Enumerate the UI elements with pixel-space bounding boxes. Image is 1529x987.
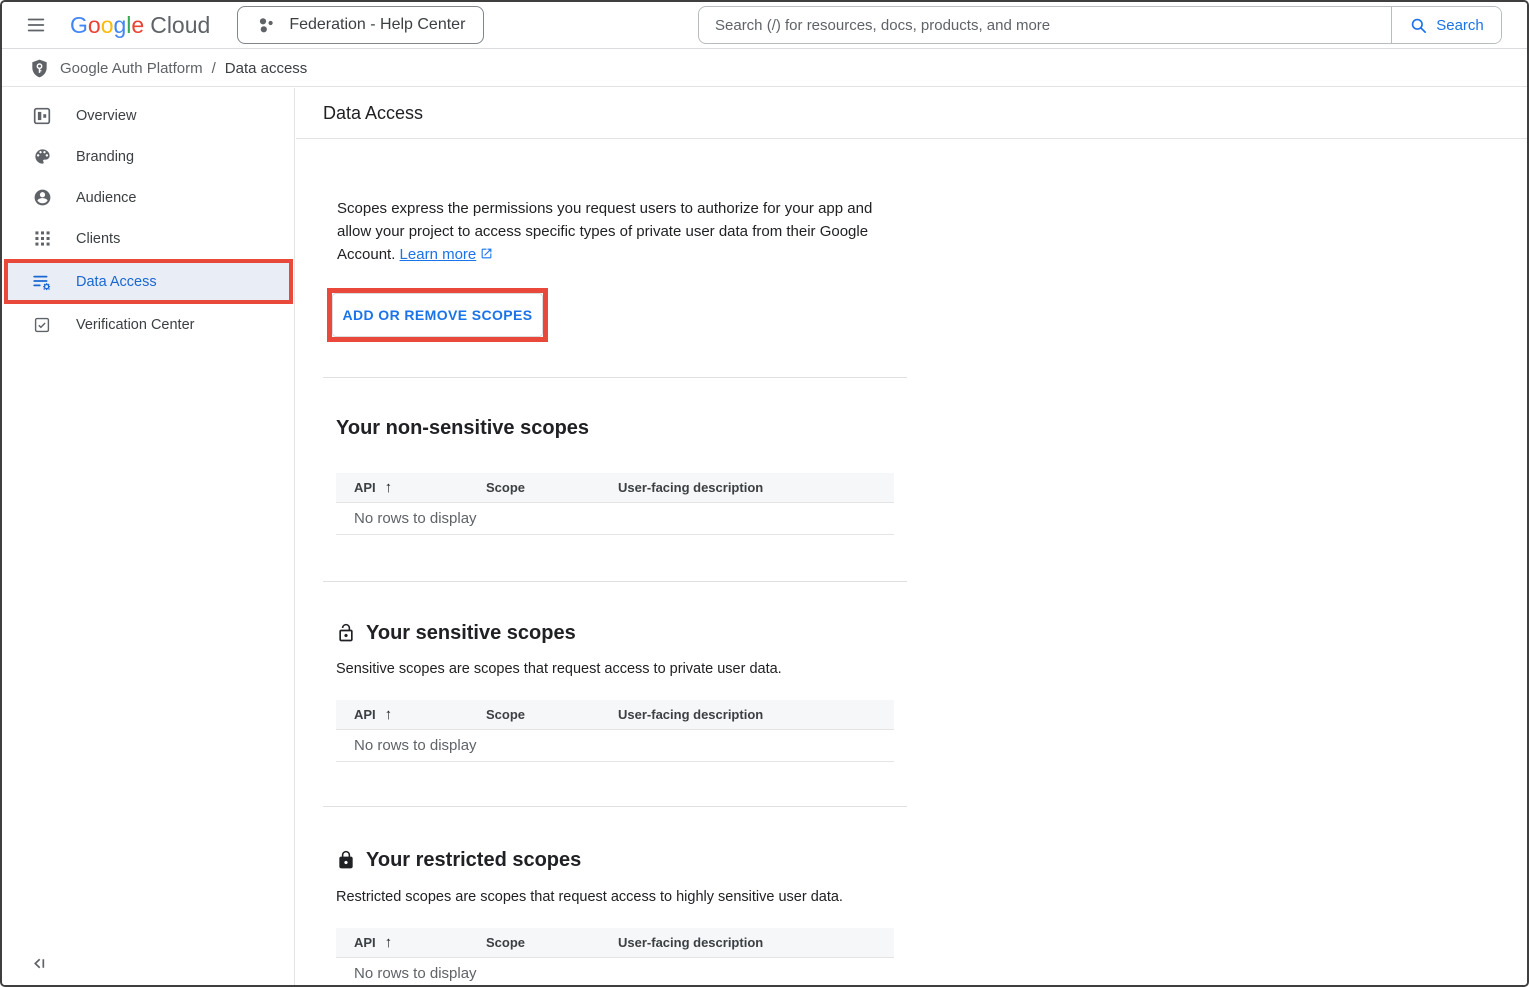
sidebar-item-label: Verification Center xyxy=(76,317,194,333)
breadcrumb: Google Auth Platform / Data access xyxy=(2,50,1527,87)
scopes-intro-text: Scopes express the permissions you reque… xyxy=(337,197,897,267)
palette-icon xyxy=(32,147,52,167)
column-header-scope[interactable]: Scope xyxy=(468,480,600,495)
column-label: Scope xyxy=(486,707,525,722)
restricted-scopes-table: API ↑ Scope User-facing description No r… xyxy=(336,928,894,985)
sidebar-item-label: Clients xyxy=(76,231,120,247)
column-header-description[interactable]: User-facing description xyxy=(600,480,894,495)
section-heading-non-sensitive: Your non-sensitive scopes xyxy=(336,416,1527,440)
project-selector-button[interactable]: Federation - Help Center xyxy=(237,6,484,44)
add-or-remove-scopes-button[interactable]: ADD OR REMOVE SCOPES xyxy=(332,293,543,337)
column-label: Scope xyxy=(486,935,525,950)
breadcrumb-separator: / xyxy=(212,60,216,77)
column-label: Scope xyxy=(486,480,525,495)
annotation-box-add-scopes: ADD OR REMOVE SCOPES xyxy=(327,288,548,342)
external-link-icon xyxy=(480,244,493,267)
search-button[interactable]: Search xyxy=(1391,7,1501,43)
project-icon xyxy=(256,15,276,35)
search-button-label: Search xyxy=(1436,17,1484,34)
breadcrumb-root[interactable]: Google Auth Platform xyxy=(60,60,203,77)
column-header-api[interactable]: API ↑ xyxy=(336,706,468,723)
top-bar: Google Cloud Federation - Help Center xyxy=(2,2,1527,49)
section-heading-label: Your restricted scopes xyxy=(366,848,581,872)
sidebar-item-verification-center[interactable]: Verification Center xyxy=(2,304,294,345)
collapse-sidebar-icon[interactable] xyxy=(30,954,48,972)
section-heading-label: Your sensitive scopes xyxy=(366,621,576,645)
table-header-row: API ↑ Scope User-facing description xyxy=(336,700,894,730)
search-input[interactable] xyxy=(699,7,1391,43)
google-cloud-logo[interactable]: Google Cloud xyxy=(70,12,210,39)
google-wordmark: Google xyxy=(70,12,144,39)
main-content: Data Access Scopes express the permissio… xyxy=(296,88,1527,985)
person-icon xyxy=(32,188,52,208)
checkbox-icon xyxy=(32,315,52,335)
sort-ascending-icon: ↑ xyxy=(385,479,393,496)
annotation-box-data-access: Data Access xyxy=(4,259,293,304)
browser-viewport: Google Cloud Federation - Help Center xyxy=(0,0,1529,987)
lock-closed-icon xyxy=(336,850,356,870)
page-title: Data Access xyxy=(296,88,1527,139)
column-label: User-facing description xyxy=(618,935,763,950)
column-header-api[interactable]: API ↑ xyxy=(336,479,468,496)
list-gear-icon xyxy=(32,272,52,292)
global-search: Search xyxy=(698,6,1502,44)
sidebar-item-label: Data Access xyxy=(76,274,157,290)
sensitive-scopes-description: Sensitive scopes are scopes that request… xyxy=(336,661,1527,678)
column-label: User-facing description xyxy=(618,707,763,722)
learn-more-link[interactable]: Learn more xyxy=(400,246,477,263)
column-header-description[interactable]: User-facing description xyxy=(600,935,894,950)
section-heading-sensitive: Your sensitive scopes xyxy=(336,621,1527,645)
table-header-row: API ↑ Scope User-facing description xyxy=(336,928,894,958)
lock-open-icon xyxy=(336,623,356,643)
sort-ascending-icon: ↑ xyxy=(385,706,393,723)
section-divider xyxy=(323,377,907,378)
sidebar-item-clients[interactable]: Clients xyxy=(2,218,294,259)
non-sensitive-scopes-table: API ↑ Scope User-facing description No r… xyxy=(336,473,894,535)
section-heading-restricted: Your restricted scopes xyxy=(336,848,1527,872)
column-label: API xyxy=(354,935,376,950)
sidebar-item-label: Overview xyxy=(76,108,136,124)
section-heading-label: Your non-sensitive scopes xyxy=(336,416,589,440)
column-header-scope[interactable]: Scope xyxy=(468,935,600,950)
column-label: API xyxy=(354,707,376,722)
learn-more-label: Learn more xyxy=(400,246,477,263)
sidebar-item-label: Branding xyxy=(76,149,134,165)
section-divider xyxy=(323,581,907,582)
left-nav: Overview Branding Audience xyxy=(2,88,295,985)
project-selector-label: Federation - Help Center xyxy=(289,16,465,34)
column-header-description[interactable]: User-facing description xyxy=(600,707,894,722)
empty-table-message: No rows to display xyxy=(336,503,894,535)
apps-grid-icon xyxy=(32,229,52,249)
sidebar-item-overview[interactable]: Overview xyxy=(2,95,294,136)
search-icon xyxy=(1409,16,1428,35)
overview-icon xyxy=(32,106,52,126)
section-divider xyxy=(323,806,907,807)
restricted-scopes-description: Restricted scopes are scopes that reques… xyxy=(336,889,1527,906)
column-label: User-facing description xyxy=(618,480,763,495)
breadcrumb-current: Data access xyxy=(225,60,308,77)
sensitive-scopes-table: API ↑ Scope User-facing description No r… xyxy=(336,700,894,762)
column-header-scope[interactable]: Scope xyxy=(468,707,600,722)
hamburger-menu-icon[interactable] xyxy=(24,13,48,37)
sidebar-item-branding[interactable]: Branding xyxy=(2,136,294,177)
empty-table-message: No rows to display xyxy=(336,730,894,762)
sidebar-item-data-access[interactable]: Data Access xyxy=(8,263,289,300)
column-label: API xyxy=(354,480,376,495)
sidebar-item-audience[interactable]: Audience xyxy=(2,177,294,218)
cloud-wordmark: Cloud xyxy=(150,12,210,39)
table-header-row: API ↑ Scope User-facing description xyxy=(336,473,894,503)
sort-ascending-icon: ↑ xyxy=(385,934,393,951)
auth-platform-shield-key-icon xyxy=(29,58,50,79)
column-header-api[interactable]: API ↑ xyxy=(336,934,468,951)
sidebar-item-label: Audience xyxy=(76,190,136,206)
empty-table-message: No rows to display xyxy=(336,958,894,985)
